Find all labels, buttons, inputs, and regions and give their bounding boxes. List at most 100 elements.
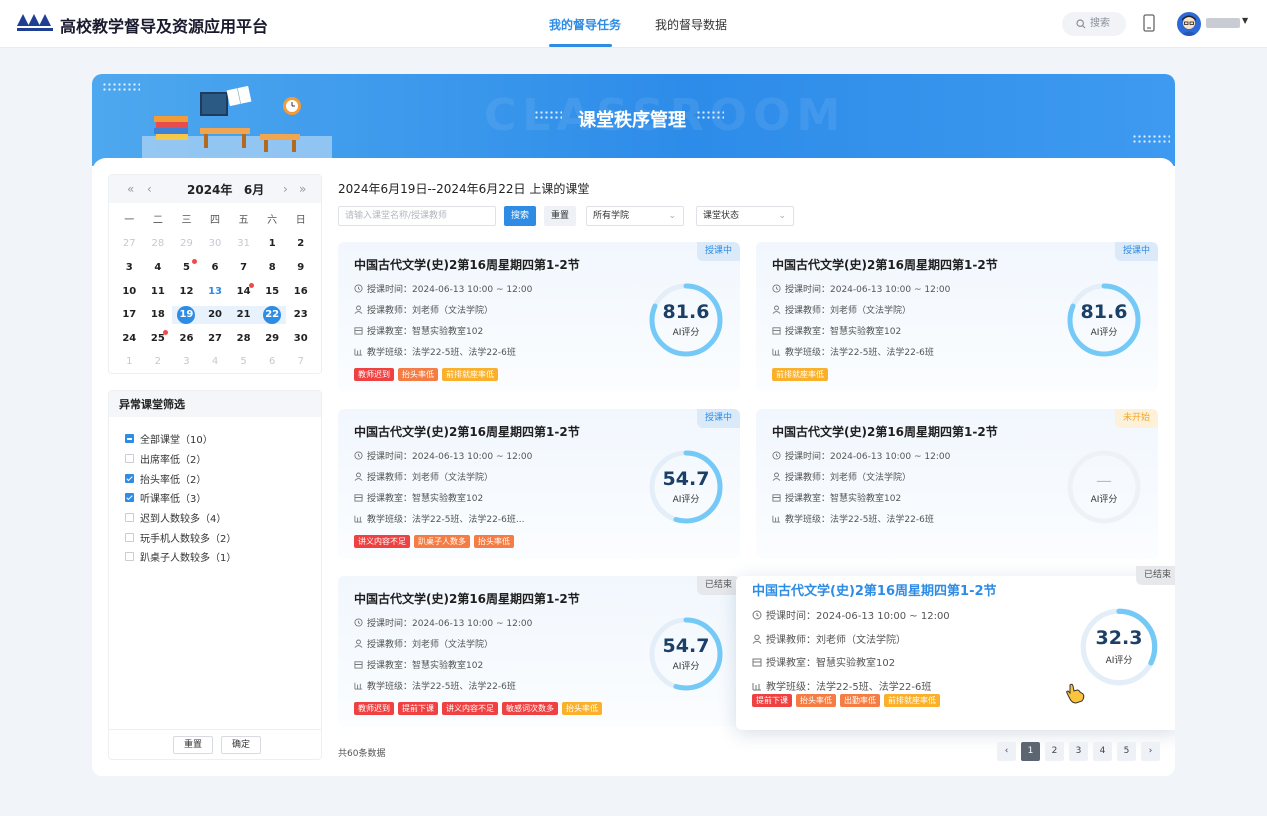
calendar: « ‹ 2024年 6月 › » 一 二 三 四 五 六 日 27 28 29 …	[108, 174, 322, 374]
filter-option[interactable]: 抬头率低（2）	[125, 471, 206, 486]
calendar-day[interactable]: 29	[172, 235, 201, 253]
card-teacher: 授课教师：刘老师（文法学院）	[752, 631, 906, 646]
calendar-day-range-end[interactable]: 22	[257, 306, 287, 325]
calendar-day[interactable]: 15	[258, 283, 287, 301]
filter-option[interactable]: 迟到人数较多（4）	[125, 510, 226, 525]
prev-year-button[interactable]: «	[127, 182, 134, 196]
calendar-day[interactable]: 29	[258, 330, 287, 348]
card-room: 授课教室：智慧实验教室102	[354, 491, 483, 504]
tab-my-data[interactable]: 我的督导数据	[655, 16, 727, 33]
classroom-icon	[354, 661, 363, 669]
calendar-day[interactable]: 27	[115, 235, 144, 253]
card-title: 中国古代文学(史)2第16周星期四第1-2节	[752, 584, 997, 599]
calendar-day[interactable]: 18	[144, 306, 173, 324]
calendar-day[interactable]: 6	[201, 259, 230, 277]
checkbox[interactable]	[125, 513, 134, 522]
filter-option[interactable]: 出席率低（2）	[125, 451, 206, 466]
card-time: 授课时间：2024-06-13 10:00 ~ 12:00	[354, 616, 532, 629]
chevron-down-icon: ⌄	[778, 211, 786, 221]
calendar-day[interactable]: 2	[144, 353, 173, 371]
search-submit-button[interactable]: 搜索	[504, 206, 536, 226]
calendar-day[interactable]: 23	[286, 306, 315, 324]
calendar-day[interactable]: 9	[286, 259, 315, 277]
card-room-text: 授课教室：智慧实验教室102	[785, 327, 902, 337]
calendar-day[interactable]: 7	[286, 353, 315, 371]
score-ring: 54.7 AI评分	[646, 614, 726, 694]
calendar-day-in-range[interactable]: 20	[200, 306, 230, 325]
calendar-day[interactable]: 3	[172, 353, 201, 371]
calendar-day[interactable]: 27	[201, 330, 230, 348]
calendar-day[interactable]: 4	[201, 353, 230, 371]
calendar-day[interactable]: 14	[229, 282, 258, 301]
calendar-day[interactable]: 3	[115, 259, 144, 277]
calendar-day[interactable]: 5	[229, 353, 258, 371]
class-card[interactable]: 授课中 中国古代文学(史)2第16周星期四第1-2节 授课时间：2024-06-…	[756, 242, 1158, 392]
anomaly-tag: 敏感词次数多	[502, 702, 558, 715]
checkbox[interactable]	[125, 533, 134, 542]
checkbox-checked[interactable]	[125, 474, 134, 483]
next-month-button[interactable]: ›	[283, 182, 288, 196]
calendar-day[interactable]: 5	[172, 258, 201, 277]
page-button[interactable]: 4	[1093, 742, 1112, 761]
calendar-day[interactable]: 11	[144, 283, 173, 301]
filter-confirm-button[interactable]: 确定	[221, 736, 262, 754]
calendar-day[interactable]: 24	[115, 330, 144, 348]
calendar-day[interactable]: 30	[201, 235, 230, 253]
calendar-day[interactable]: 25	[144, 329, 173, 348]
calendar-day[interactable]: 1	[115, 353, 144, 371]
calendar-day-today[interactable]: 13	[201, 283, 230, 301]
class-card[interactable]: 授课中 中国古代文学(史)2第16周星期四第1-2节 授课时间：2024-06-…	[338, 242, 740, 392]
calendar-day[interactable]: 28	[144, 235, 173, 253]
toolbar-reset-button[interactable]: 重置	[544, 206, 576, 226]
next-page-button[interactable]: ›	[1141, 742, 1160, 761]
checkbox[interactable]	[125, 454, 134, 463]
status-select[interactable]: 课堂状态 ⌄	[696, 206, 794, 226]
search-button[interactable]: 搜索	[1062, 12, 1126, 36]
calendar-day[interactable]: 31	[229, 235, 258, 253]
tab-my-tasks[interactable]: 我的督导任务	[549, 16, 621, 33]
calendar-day[interactable]: 28	[229, 330, 258, 348]
calendar-day[interactable]: 30	[286, 330, 315, 348]
checkbox-indeterminate[interactable]	[125, 434, 134, 443]
filter-option[interactable]: 玩手机人数较多（2）	[125, 530, 236, 545]
calendar-day[interactable]: 6	[258, 353, 287, 371]
chevron-down-icon[interactable]: ▼	[1242, 16, 1248, 25]
calendar-day-range-start[interactable]: 19	[172, 306, 201, 325]
college-select[interactable]: 所有学院 ⌄	[586, 206, 684, 226]
avatar[interactable]	[1177, 12, 1201, 36]
calendar-day[interactable]: 8	[258, 259, 287, 277]
prev-month-button[interactable]: ‹	[147, 182, 152, 196]
tablet-icon[interactable]	[1143, 14, 1155, 32]
class-card[interactable]: 已结束 中国古代文学(史)2第16周星期四第1-2节 授课时间：2024-06-…	[338, 576, 740, 726]
filter-option[interactable]: 听课率低（3）	[125, 490, 206, 505]
class-card[interactable]: 未开始 中国古代文学(史)2第16周星期四第1-2节 授课时间：2024-06-…	[756, 409, 1158, 559]
calendar-day[interactable]: 17	[115, 306, 144, 324]
calendar-day[interactable]: 4	[144, 259, 173, 277]
filter-option[interactable]: 趴桌子人数较多（1）	[125, 549, 236, 564]
page-button[interactable]: 5	[1117, 742, 1136, 761]
page-button[interactable]: 2	[1045, 742, 1064, 761]
search-input[interactable]: 请输入课堂名称/授课教师	[338, 206, 496, 226]
next-year-button[interactable]: »	[299, 182, 306, 196]
filter-reset-button[interactable]: 重置	[173, 736, 214, 754]
calendar-day[interactable]: 16	[286, 283, 315, 301]
calendar-day[interactable]: 2	[286, 235, 315, 253]
anomaly-tag: 抬头率低	[796, 694, 836, 707]
checkbox[interactable]	[125, 552, 134, 561]
page-button-active[interactable]: 1	[1021, 742, 1040, 761]
class-card[interactable]: 授课中 中国古代文学(史)2第16周星期四第1-2节 授课时间：2024-06-…	[338, 409, 740, 559]
prev-page-button[interactable]: ‹	[997, 742, 1016, 761]
calendar-day[interactable]: 12	[172, 283, 201, 301]
page-button[interactable]: 3	[1069, 742, 1088, 761]
calendar-day[interactable]: 10	[115, 283, 144, 301]
calendar-week: 10 11 12 13 14 15 16	[115, 280, 315, 304]
username-redacted[interactable]	[1206, 18, 1240, 28]
calendar-day-in-range[interactable]: 21	[229, 306, 258, 325]
calendar-day[interactable]: 7	[229, 259, 258, 277]
calendar-day[interactable]: 1	[258, 235, 287, 253]
filter-option-all[interactable]: 全部课堂（10）	[125, 431, 213, 446]
checkbox-checked[interactable]	[125, 493, 134, 502]
calendar-day[interactable]: 26	[172, 330, 201, 348]
anomaly-tags: 前排就座率低	[772, 368, 832, 381]
class-card-hovered[interactable]: 已结束 中国古代文学(史)2第16周星期四第1-2节 授课时间：2024-06-…	[736, 566, 1175, 730]
